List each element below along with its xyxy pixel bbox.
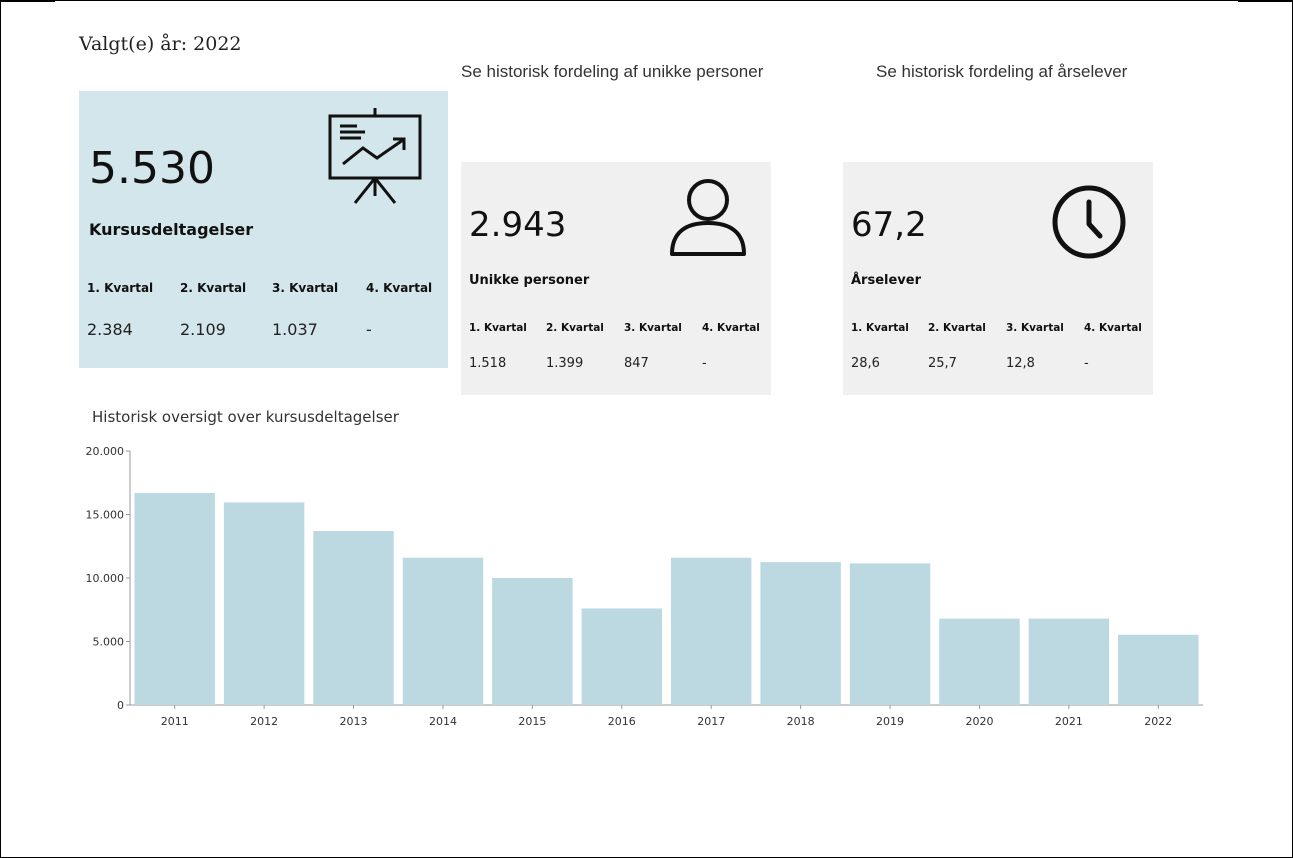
quarter-value: 1.518	[469, 356, 507, 371]
link-unique-persons-history[interactable]: Se historisk fordeling af unikke persone…	[461, 62, 763, 82]
x-tick-label: 2013	[340, 715, 368, 728]
x-tick-label: 2019	[876, 715, 904, 728]
top-left-rule	[0, 0, 55, 2]
x-tick-label: 2018	[787, 715, 815, 728]
kpi-card-course-participations: 5.530 Kursusdeltagelser 1. Kvartal 2.384 2…	[79, 91, 448, 368]
quarter-header: 1. Kvartal	[87, 281, 154, 295]
x-tick-label: 2011	[161, 715, 189, 728]
quarter-value: -	[366, 320, 372, 339]
quarter-value: 847	[624, 356, 649, 371]
x-tick-label: 2021	[1055, 715, 1083, 728]
bar-2020	[939, 618, 1020, 705]
person-icon	[670, 179, 746, 256]
bar-2015	[492, 578, 573, 705]
quarter-value: 12,8	[1006, 356, 1035, 371]
x-tick-label: 2012	[250, 715, 278, 728]
x-tick-label: 2022	[1144, 715, 1172, 728]
kpi-value: 2.943	[469, 205, 567, 245]
x-tick-label: 2014	[429, 715, 457, 728]
kpi-label: Kursusdeltagelser	[89, 220, 254, 239]
quarter-header: 2. Kvartal	[928, 322, 986, 334]
kpi-value: 67,2	[851, 205, 927, 245]
y-tick-label: 20.000	[86, 445, 125, 458]
quarter-header: 4. Kvartal	[702, 322, 760, 334]
bar-2022	[1118, 634, 1199, 705]
quarter-value: -	[702, 356, 707, 371]
quarter-value: 2.384	[87, 320, 133, 339]
bar-2017	[670, 557, 752, 705]
kpi-card-yearly-students: 67,2 Årselever 1. Kvartal 28,6 2. Kvartal 2…	[843, 162, 1153, 395]
kpi-value: 5.530	[89, 143, 215, 194]
quarter-header: 1. Kvartal	[469, 322, 527, 334]
clock-icon	[1052, 185, 1126, 259]
quarter-header: 2. Kvartal	[180, 281, 247, 295]
quarter-value: 28,6	[851, 356, 880, 371]
x-tick-label: 2020	[965, 715, 993, 728]
quarter-value: 25,7	[928, 356, 957, 371]
kpi-card-unique-persons: 2.943 Unikke personer 1. Kvartal 1.518 2. …	[461, 162, 771, 395]
quarter-value: 1.399	[546, 356, 584, 371]
quarter-header: 2. Kvartal	[546, 322, 604, 334]
y-tick-label: 10.000	[86, 572, 125, 585]
selected-year-heading: Valgt(e) år: 2022	[79, 33, 242, 55]
bar-2013	[313, 531, 394, 705]
bar-2011	[134, 492, 215, 705]
quarter-value: -	[1084, 356, 1089, 371]
quarter-header: 3. Kvartal	[624, 322, 682, 334]
bar-chart-course-participations: 0 5.000 10.000 15.000 20.000 2011 2012 2013 2014…	[86, 445, 1203, 728]
quarter-header: 3. Kvartal	[272, 281, 339, 295]
y-tick-label: 15.000	[86, 509, 125, 522]
presentation-chart-icon	[328, 108, 422, 204]
quarter-value: 1.037	[272, 320, 318, 339]
quarter-header: 4. Kvartal	[1084, 322, 1142, 334]
chart-title: Historisk oversigt over kursusdeltagelse…	[92, 408, 399, 426]
y-tick-label: 5.000	[93, 636, 125, 649]
link-yearly-students-history[interactable]: Se historisk fordeling af årselever	[876, 62, 1127, 82]
kpi-label: Unikke personer	[469, 273, 590, 288]
quarter-header: 3. Kvartal	[1006, 322, 1064, 334]
bar-2019	[849, 563, 931, 705]
x-tick-label: 2016	[608, 715, 636, 728]
bar-2012	[223, 502, 305, 705]
top-right-rule	[1238, 0, 1293, 2]
quarter-header: 1. Kvartal	[851, 322, 909, 334]
x-tick-label: 2015	[518, 715, 546, 728]
x-tick-label: 2017	[697, 715, 725, 728]
y-tick-label: 0	[117, 699, 124, 712]
quarter-value: 2.109	[180, 320, 226, 339]
kpi-label: Årselever	[851, 273, 922, 288]
bar-2016	[581, 608, 663, 705]
bar-2018	[760, 562, 841, 705]
quarter-header: 4. Kvartal	[366, 281, 433, 295]
bar-2014	[402, 557, 484, 705]
bar-2021	[1028, 618, 1110, 705]
